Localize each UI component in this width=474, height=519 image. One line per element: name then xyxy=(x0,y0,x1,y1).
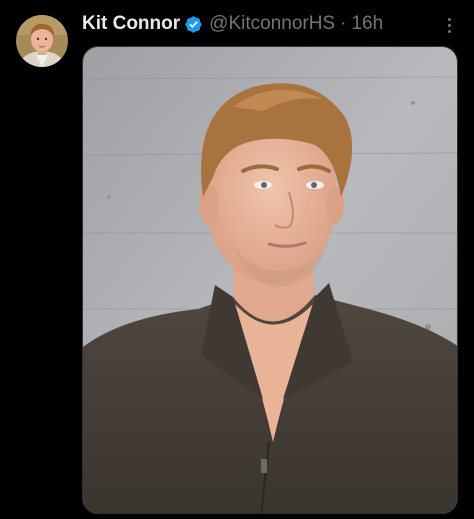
verified-badge-icon[interactable] xyxy=(184,15,203,34)
avatar-image xyxy=(16,15,68,67)
separator-dot: · xyxy=(340,13,347,34)
author-avatar[interactable] xyxy=(16,15,68,67)
tweet-header: Kit Connor @KitconnorHS · 16h xyxy=(82,12,383,36)
tweet-media-image[interactable] xyxy=(82,46,458,514)
author-display-name[interactable]: Kit Connor xyxy=(82,13,180,35)
author-handle[interactable]: @KitconnorHS xyxy=(209,13,335,35)
more-options-icon[interactable] xyxy=(440,16,458,34)
portrait-photo xyxy=(83,47,457,513)
tweet-timestamp[interactable]: 16h xyxy=(351,13,383,35)
